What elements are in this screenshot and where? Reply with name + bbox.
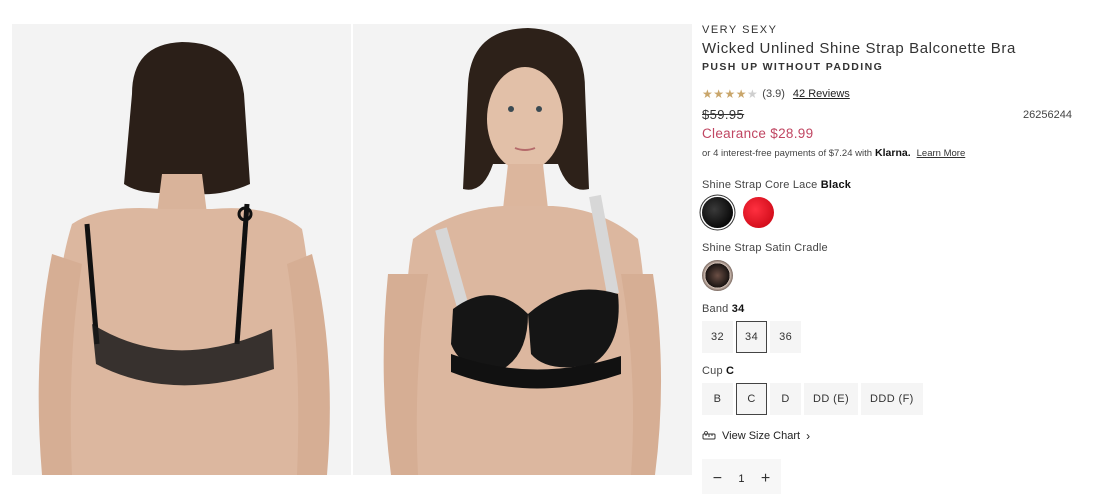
star-rating-icon: ★★★★★ [702,87,759,101]
klarna-message: or 4 interest-free payments of $7.24 wit… [702,147,1082,159]
color-group-2-label: Shine Strap Satin Cradle [702,242,828,254]
cup-selected: C [726,365,735,377]
cup-label: Cup C [702,365,1082,377]
product-brand: VERY SEXY [702,24,778,36]
color-group-1-selected: Black [820,179,852,191]
product-subtitle: PUSH UP WITHOUT PADDING [702,61,884,73]
product-title: Wicked Unlined Shine Strap Balconette Br… [702,40,1016,57]
original-price: $59.95 [702,107,745,122]
swatch-black[interactable] [702,197,733,228]
cup-label-text: Cup [702,365,723,377]
view-size-chart-link[interactable]: View Size Chart › [702,429,1082,443]
quantity-stepper: − 1 + [702,459,781,494]
color-group-2-swatches [702,260,1082,291]
reviews-link[interactable]: 42 Reviews [793,88,850,100]
view-size-chart-label: View Size Chart [722,430,801,442]
quantity-value[interactable]: 1 [738,473,744,485]
cup-options: B C D DD (E) DDD (F) [702,383,1082,415]
klarna-text: or 4 interest-free payments of $7.24 wit… [702,147,873,159]
color-group-1-swatches [702,197,1082,228]
band-label: Band 34 [702,303,1082,315]
klarna-learn-more-link[interactable]: Learn More [917,148,966,159]
band-option-32[interactable]: 32 [702,321,734,353]
product-info-panel: VERY SEXY Wicked Unlined Shine Strap Bal… [702,24,1082,494]
swatch-red[interactable] [743,197,774,228]
chevron-right-icon: › [806,429,811,443]
cup-option-dd-e[interactable]: DD (E) [804,383,859,415]
product-sku: 26256244 [1023,109,1072,121]
rating-row: ★★★★★ (3.9) 42 Reviews [702,87,1082,101]
color-group-1-name: Shine Strap Core Lace [702,179,818,191]
cup-option-c[interactable]: C [736,383,767,415]
quantity-decrease-button[interactable]: − [707,470,727,488]
klarna-logo: Klarna. [875,147,911,159]
quantity-increase-button[interactable]: + [756,470,776,488]
sale-price: Clearance $28.99 [702,126,814,141]
cup-option-b[interactable]: B [702,383,733,415]
band-selected: 34 [731,303,745,315]
band-label-text: Band [702,303,729,315]
ruler-icon [702,431,716,440]
product-image-front[interactable] [353,24,692,475]
cup-option-ddd-f[interactable]: DDD (F) [861,383,923,415]
band-option-34[interactable]: 34 [736,321,768,353]
color-group-1-label: Shine Strap Core Lace Black [702,179,1082,191]
price-row: $59.95 26256244 [702,107,1082,122]
swatch-satin-cradle[interactable] [702,260,733,291]
band-option-36[interactable]: 36 [770,321,802,353]
product-gallery [12,24,692,475]
band-options: 32 34 36 [702,321,1082,353]
rating-value: (3.9) [762,88,785,100]
product-image-back[interactable] [12,24,351,475]
cup-option-d[interactable]: D [770,383,801,415]
